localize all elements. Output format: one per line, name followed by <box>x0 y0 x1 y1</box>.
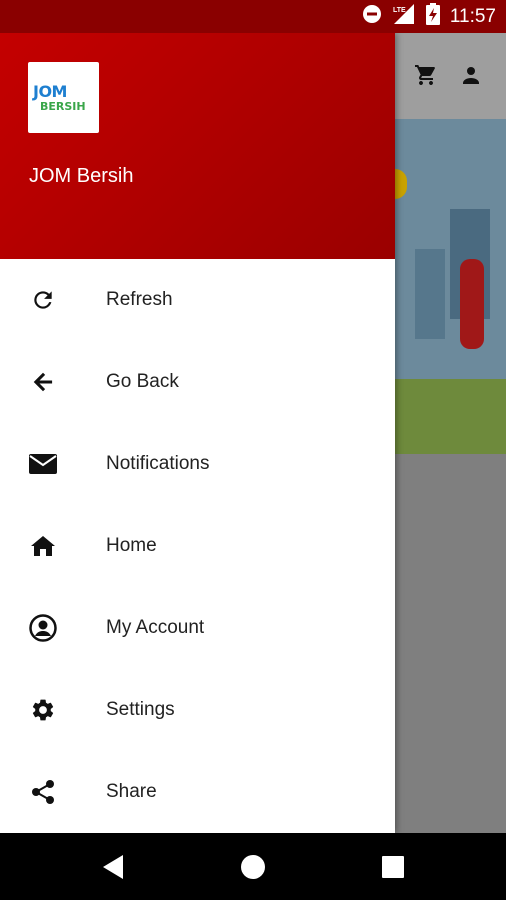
app-toolbar <box>395 33 506 119</box>
banner-image <box>395 119 506 454</box>
menu-item-label: Notifications <box>106 453 210 474</box>
app-logo: JOM BERSIH <box>28 62 99 133</box>
menu-item-label: Share <box>106 781 157 802</box>
person-icon[interactable] <box>459 63 483 92</box>
menu-item-label: Go Back <box>106 371 179 392</box>
back-triangle-icon[interactable] <box>97 851 129 883</box>
menu-item-label: Home <box>106 535 157 556</box>
menu-item-label: Settings <box>106 699 175 720</box>
share-icon <box>29 778 57 806</box>
drawer-header: JOM BERSIH JOM Bersih <box>0 33 395 259</box>
status-bar: LTE 11:57 <box>0 0 506 33</box>
recents-square-icon[interactable] <box>377 851 409 883</box>
menu-item-refresh[interactable]: Refresh <box>0 259 395 341</box>
menu-item-share[interactable]: Share <box>0 751 395 833</box>
envelope-icon <box>29 450 57 478</box>
refresh-icon <box>29 286 57 314</box>
home-circle-icon[interactable] <box>237 851 269 883</box>
drawer-menu: Refresh Go Back Notifications Home My Ac… <box>0 259 395 833</box>
gear-icon <box>29 696 57 724</box>
menu-item-home[interactable]: Home <box>0 505 395 587</box>
clock: 11:57 <box>449 5 496 27</box>
svg-text:LTE: LTE <box>393 7 406 14</box>
menu-item-label: My Account <box>106 617 205 638</box>
menu-item-label: Refresh <box>106 289 173 310</box>
menu-item-go-back[interactable]: Go Back <box>0 341 395 423</box>
user-circle-icon <box>29 614 57 642</box>
navigation-drawer: JOM BERSIH JOM Bersih Refresh Go Back No… <box>0 33 395 833</box>
menu-item-settings[interactable]: Settings <box>0 669 395 751</box>
do-not-disturb-icon <box>362 4 382 29</box>
arrow-left-icon <box>29 368 57 396</box>
menu-item-notifications[interactable]: Notifications <box>0 423 395 505</box>
menu-item-my-account[interactable]: My Account <box>0 587 395 669</box>
home-icon <box>29 532 57 560</box>
app-content <box>395 454 506 833</box>
battery-charging-icon <box>425 3 440 30</box>
cart-icon[interactable] <box>414 63 438 92</box>
lte-signal-icon: LTE <box>392 3 416 30</box>
app-name: JOM Bersih <box>29 165 134 187</box>
navigation-bar <box>0 833 506 900</box>
